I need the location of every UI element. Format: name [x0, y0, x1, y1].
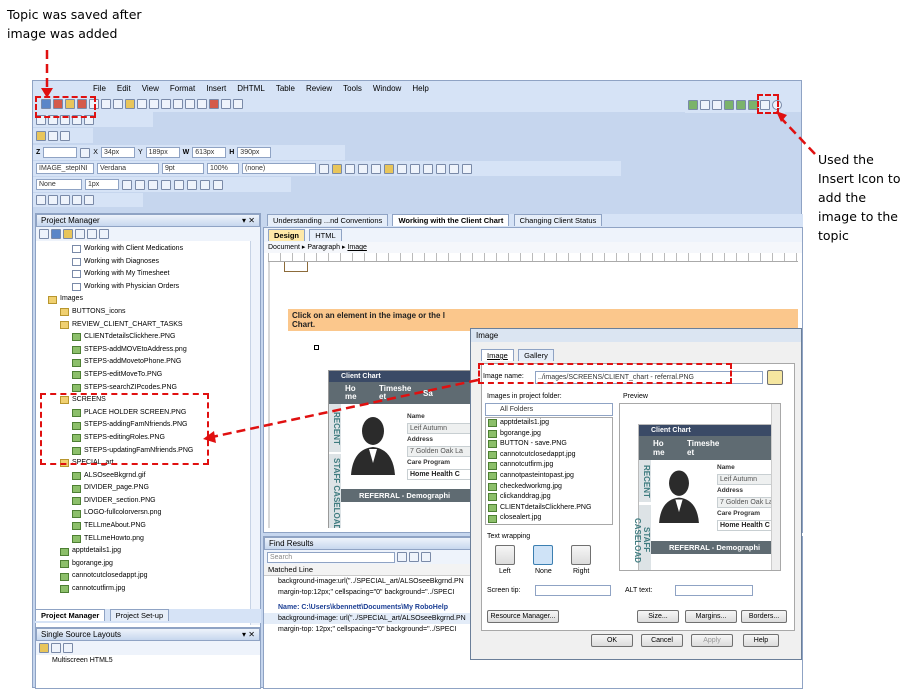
callout-arrows [41, 50, 816, 443]
